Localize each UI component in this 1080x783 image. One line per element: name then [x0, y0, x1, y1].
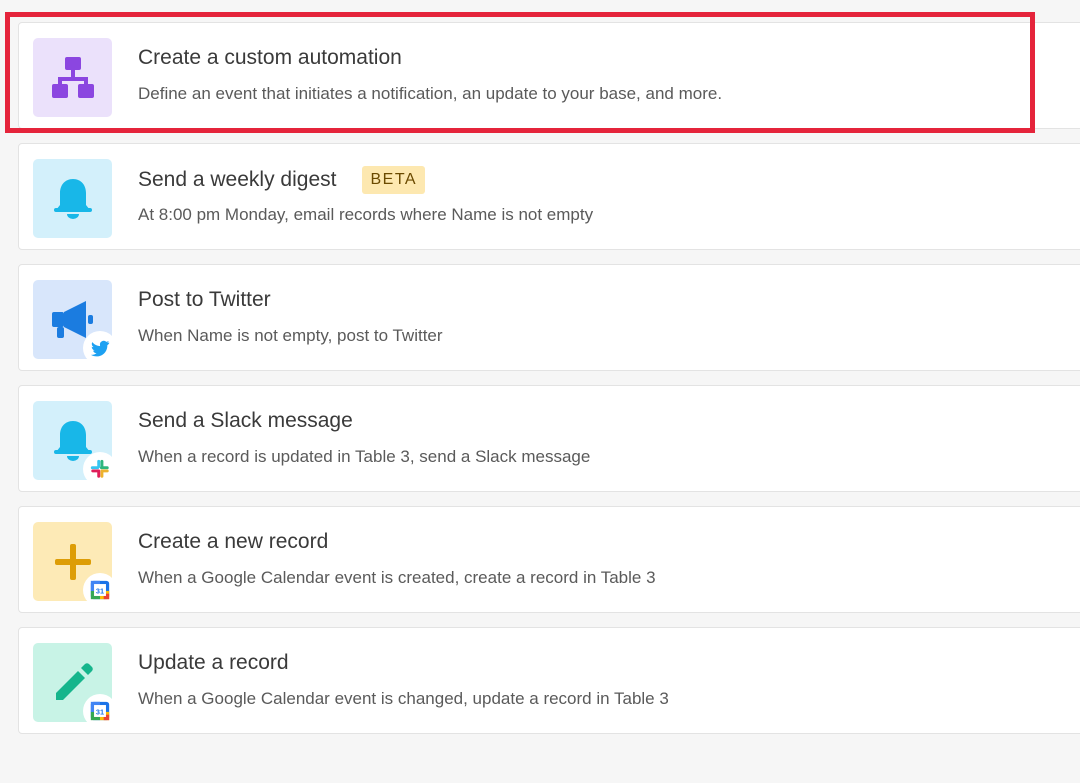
automation-icon-tile: [33, 401, 117, 486]
automation-description: When Name is not empty, post to Twitter: [138, 326, 443, 345]
automation-title: Update a record: [138, 651, 289, 674]
google-calendar-icon: 31: [90, 701, 110, 721]
overlay-badge: [83, 452, 117, 486]
overlay-badge: 31: [83, 573, 117, 607]
automation-icon-tile: [33, 280, 117, 365]
beta-badge: BETA: [362, 166, 426, 194]
automation-card-create-record[interactable]: 31 Create a new record When a Google Cal…: [18, 506, 1080, 613]
calendar-date-text: 31: [96, 587, 104, 596]
automation-list: Create a custom automation Define an eve…: [18, 22, 1080, 748]
bell-icon: [53, 178, 92, 219]
calendar-date-text: 31: [96, 708, 104, 717]
automation-card-slack-message[interactable]: Send a Slack message When a record is up…: [18, 385, 1080, 492]
automation-icon-tile: [33, 159, 112, 238]
automation-icon-tile: 31: [33, 643, 117, 728]
automation-title: Send a weekly digest: [138, 168, 337, 191]
overlay-badge: 31: [83, 694, 117, 728]
automation-description: When a Google Calendar event is created,…: [138, 568, 656, 587]
automation-description: At 8:00 pm Monday, email records where N…: [138, 205, 594, 224]
overlay-badge: [83, 331, 117, 365]
automation-card-post-twitter[interactable]: Post to Twitter When Name is not empty, …: [18, 264, 1080, 371]
automation-card-weekly-digest[interactable]: Send a weekly digest BETA At 8:00 pm Mon…: [18, 143, 1080, 250]
automation-card-custom[interactable]: Create a custom automation Define an eve…: [18, 22, 1080, 129]
slack-icon: [90, 459, 109, 478]
twitter-icon: [90, 340, 110, 357]
google-calendar-icon: 31: [90, 580, 110, 600]
automation-description: Define an event that initiates a notific…: [138, 84, 723, 103]
flowchart-icon: [51, 56, 94, 98]
automation-title: Create a custom automation: [138, 46, 402, 69]
automation-description: When a Google Calendar event is changed,…: [138, 689, 669, 708]
automation-icon-tile: 31: [33, 522, 117, 607]
automation-title: Create a new record: [138, 530, 329, 553]
automation-title: Post to Twitter: [138, 288, 271, 311]
automation-title: Send a Slack message: [138, 409, 353, 432]
automation-icon-tile: [33, 38, 112, 117]
automation-card-update-record[interactable]: 31 Update a record When a Google Calenda…: [18, 627, 1080, 734]
automation-description: When a record is updated in Table 3, sen…: [138, 447, 591, 466]
